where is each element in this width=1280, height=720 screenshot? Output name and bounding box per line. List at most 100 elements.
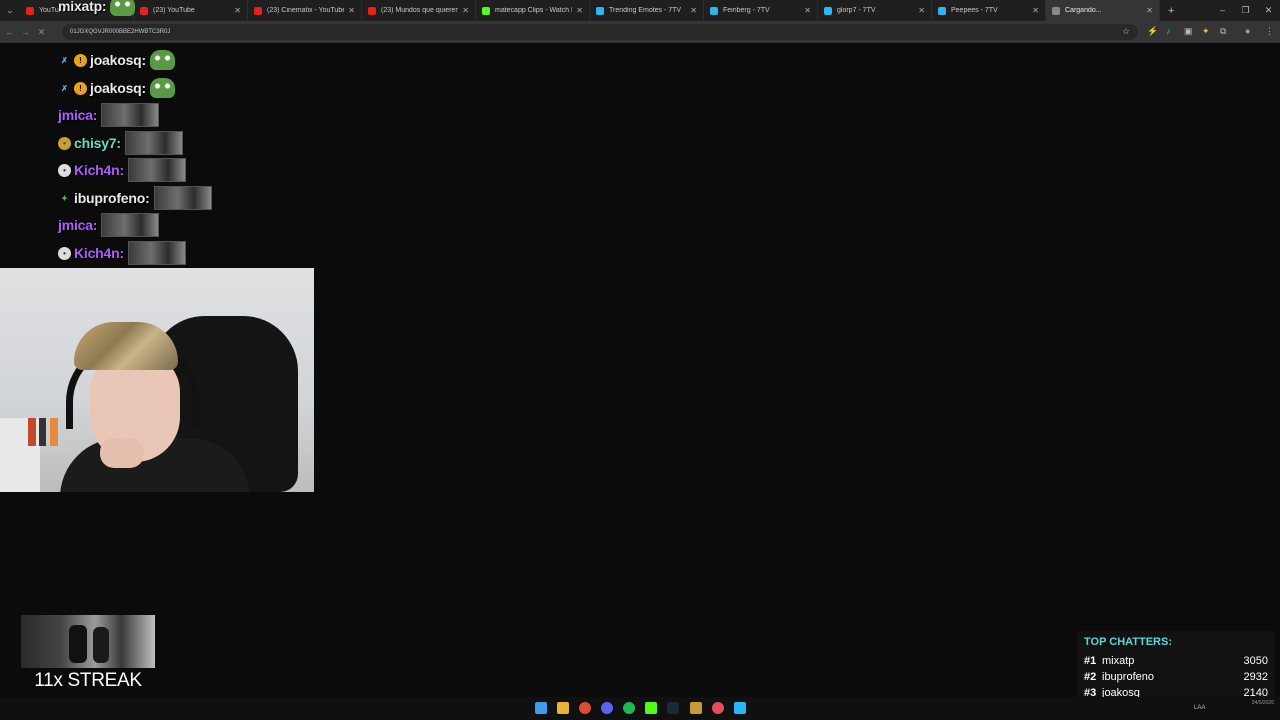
minimize-button[interactable]: – [1211, 0, 1234, 21]
cat-badge-icon: • [58, 163, 71, 177]
close-tab-icon[interactable]: ✕ [918, 6, 925, 15]
green-star-badge-icon: ✦ [61, 193, 68, 203]
spotify-icon[interactable] [623, 702, 635, 714]
chat-username: jmica: [58, 217, 98, 233]
close-tab-icon[interactable]: ✕ [234, 6, 241, 15]
smiley-badge-icon: • [58, 136, 71, 150]
obs-icon[interactable] [712, 702, 724, 714]
close-tab-icon[interactable]: ✕ [462, 6, 469, 15]
youtube-icon [140, 6, 148, 15]
steam-icon[interactable] [667, 702, 679, 714]
tab-list: YouTube✕(23) YouTube✕(23) Cinematix - Yo… [20, 0, 1160, 21]
youtube-icon [254, 6, 262, 15]
browser-tab[interactable]: Feinberg - 7TV ✕ [704, 0, 818, 21]
restore-button[interactable]: ❐ [1234, 0, 1257, 21]
extension-star-icon[interactable]: ✦ [1202, 25, 1210, 38]
discord-icon[interactable] [601, 702, 613, 714]
chat-message: jmica: [58, 211, 160, 239]
webcam-feed [0, 268, 314, 492]
chatter-rank: #1 [1084, 655, 1097, 667]
extension-7tv-icon[interactable]: ⚡ [1147, 25, 1158, 38]
7tv-icon [710, 6, 718, 15]
loading-icon [1052, 6, 1060, 15]
browser-tab[interactable]: (23) Mundos que quieren ma✕ [362, 0, 476, 21]
clip-emote-icon [101, 213, 160, 237]
clip-emote-icon [153, 186, 212, 210]
clip-emote-icon [127, 158, 186, 182]
chat-username: ibuprofeno: [74, 190, 150, 206]
chat-username: joakosq: [90, 80, 146, 96]
address-bar[interactable]: 01JGXQGVJR000BBE2HWBTC3R0J [62, 24, 1138, 40]
close-window-button[interactable]: ✕ [1257, 0, 1280, 21]
top-chatter-row: #1 mixatp 3050 [1084, 655, 1268, 667]
kick-icon[interactable] [645, 702, 657, 714]
start-windows-icon[interactable] [535, 702, 547, 714]
language-indicator[interactable]: LAA [1194, 705, 1205, 711]
browser-tab[interactable]: (23) Cinematix - YouTube ✕ [248, 0, 362, 21]
browser-tab[interactable]: matecapp Clips - Watch Live c ✕ [476, 0, 590, 21]
browser-tab[interactable]: glorp7 - 7TV ✕ [818, 0, 932, 21]
kick-icon [482, 6, 490, 15]
chrome-icon[interactable] [579, 702, 591, 714]
forward-button[interactable]: → [19, 27, 32, 37]
orange-badge-icon: ! [74, 81, 87, 95]
streak-clip-thumbnail [21, 615, 155, 668]
close-tab-icon[interactable]: ✕ [576, 6, 583, 15]
profile-avatar[interactable]: ● [1245, 25, 1250, 38]
back-button[interactable]: ← [3, 27, 16, 37]
close-tab-icon[interactable]: ✕ [804, 6, 811, 15]
chatter-name: mixatp [1102, 655, 1135, 667]
url-text: 01JGXQGVJR000BBE2HWBTC3R0J [70, 29, 171, 35]
tab-title: (23) Cinematix - YouTube [267, 7, 345, 14]
7tv-icon [596, 6, 604, 15]
tab-search-button[interactable]: ⌄ [0, 0, 20, 21]
tray-clock[interactable]: 24/5/2026 [1252, 699, 1274, 707]
browser-menu-icon[interactable]: ⋮ [1265, 25, 1274, 38]
bookmark-star-icon[interactable]: ☆ [1122, 25, 1130, 38]
tab-title: glorp7 - 7TV [837, 7, 876, 14]
top-chatters-title: TOP CHATTERS: [1084, 636, 1173, 648]
close-tab-icon[interactable]: ✕ [348, 6, 355, 15]
tray-date: 24/5/2026 [1251, 700, 1274, 706]
extensions-puzzle-icon[interactable]: ⧉ [1220, 25, 1226, 38]
extension-audio-icon[interactable]: ♪ [1166, 25, 1171, 38]
app-icon[interactable] [690, 702, 702, 714]
close-tab-icon[interactable]: ✕ [690, 6, 697, 15]
browser-tab[interactable]: Trending Emotes - 7TV ✕ [590, 0, 704, 21]
chatter-name: ibuprofeno [1102, 671, 1154, 683]
cat-badge-icon: • [58, 246, 71, 260]
stop-loading-button[interactable]: ✕ [35, 27, 48, 38]
tab-title: Feinberg - 7TV [723, 7, 770, 14]
windows-taskbar: LAA 24/5/2026 [0, 697, 1280, 720]
chat-username: chisy7: [74, 135, 121, 151]
youtube-icon [26, 6, 34, 15]
top-chatter-row: #2 ibuprofeno 2932 [1084, 671, 1268, 683]
browser-toolbar: ← → ✕ 01JGXQGVJR000BBE2HWBTC3R0J [0, 21, 1280, 43]
tab-title: Peepees - 7TV [951, 7, 998, 14]
chat-username: Kich4n: [74, 162, 124, 178]
file-explorer-icon[interactable] [557, 702, 569, 714]
pepe-emote-icon [149, 50, 175, 70]
notepad-icon[interactable] [734, 702, 746, 714]
extension-box-icon[interactable]: ▣ [1184, 25, 1193, 38]
youtube-icon [368, 6, 376, 15]
browser-tab[interactable]: Peepees - 7TV ✕ [932, 0, 1046, 21]
close-tab-icon[interactable]: ✕ [1146, 6, 1153, 15]
clip-emote-icon [124, 131, 183, 155]
chatter-count: 2932 [1243, 671, 1268, 683]
chat-message: • Kich4n: [58, 239, 186, 267]
close-tab-icon[interactable]: ✕ [1032, 6, 1039, 15]
chat-message: • chisy7: [58, 129, 183, 157]
new-tab-button[interactable]: + [1160, 5, 1182, 17]
tab-strip: ⌄ YouTube✕(23) YouTube✕(23) Cinematix - … [0, 0, 1280, 21]
browser-tab[interactable]: (23) YouTube ✕ [134, 0, 248, 21]
browser-tab[interactable]: Cargando... ✕ [1046, 0, 1160, 21]
window-controls: – ❐ ✕ [1211, 0, 1280, 21]
chatter-count: 3050 [1243, 655, 1268, 667]
clip-emote-icon [101, 103, 160, 127]
orange-badge-icon: ! [74, 53, 87, 67]
chat-message: • Kich4n: [58, 156, 186, 184]
7tv-icon [824, 6, 832, 15]
pepe-emote-icon [149, 78, 175, 98]
clip-emote-icon [127, 241, 186, 265]
